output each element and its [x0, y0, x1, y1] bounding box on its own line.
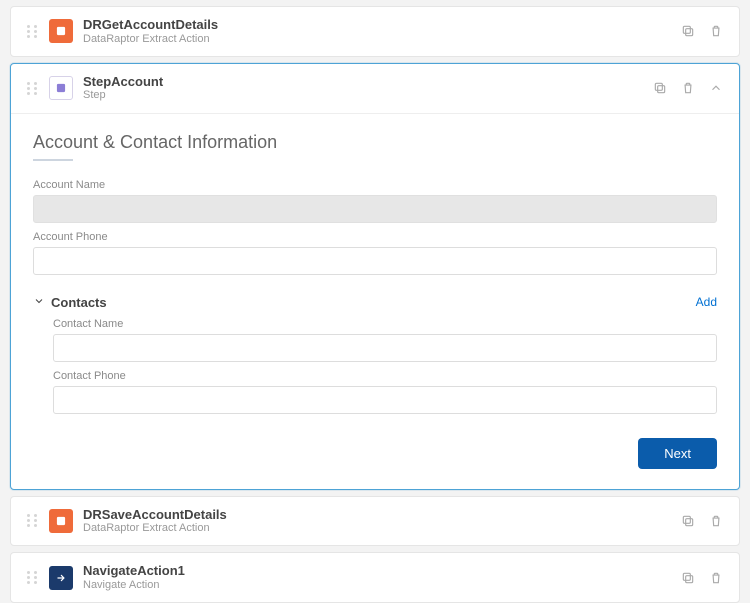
- copy-icon[interactable]: [679, 22, 697, 40]
- element-card-dr-save: DRSaveAccountDetails DataRaptor Extract …: [10, 496, 740, 547]
- account-name-input[interactable]: [33, 195, 717, 223]
- chevron-up-icon[interactable]: [707, 79, 725, 97]
- element-subtitle: Navigate Action: [83, 579, 669, 592]
- element-subtitle: DataRaptor Extract Action: [83, 33, 669, 46]
- element-title: DRGetAccountDetails: [83, 17, 669, 33]
- element-card-step-account: StepAccount Step Account & Contact Infor…: [10, 63, 740, 490]
- element-title-block: DRSaveAccountDetails DataRaptor Extract …: [83, 507, 669, 536]
- delete-icon[interactable]: [707, 22, 725, 40]
- element-header: StepAccount Step: [11, 64, 739, 113]
- step-body: Account & Contact Information Account Na…: [11, 113, 739, 489]
- drag-handle-icon[interactable]: [25, 512, 39, 530]
- element-title: StepAccount: [83, 74, 641, 90]
- element-title: NavigateAction1: [83, 563, 669, 579]
- element-title: DRSaveAccountDetails: [83, 507, 669, 523]
- element-card-dr-get: DRGetAccountDetails DataRaptor Extract A…: [10, 6, 740, 57]
- copy-icon[interactable]: [679, 569, 697, 587]
- copy-icon[interactable]: [651, 79, 669, 97]
- add-contact-link[interactable]: Add: [696, 295, 717, 309]
- drag-handle-icon[interactable]: [25, 22, 39, 40]
- header-actions: [679, 512, 725, 530]
- element-subtitle: Step: [83, 89, 641, 102]
- element-header: NavigateAction1 Navigate Action: [11, 553, 739, 602]
- header-actions: [679, 22, 725, 40]
- account-name-label: Account Name: [33, 179, 717, 191]
- section-heading: Account & Contact Information: [33, 132, 717, 153]
- contacts-block-label: Contacts: [51, 295, 107, 310]
- delete-icon[interactable]: [707, 512, 725, 530]
- contacts-block-content: Contact Name Contact Phone: [33, 318, 717, 414]
- element-title-block: DRGetAccountDetails DataRaptor Extract A…: [83, 17, 669, 46]
- next-row: Next: [33, 438, 717, 469]
- element-card-navigate: NavigateAction1 Navigate Action: [10, 552, 740, 603]
- navigate-action-icon: [49, 566, 73, 590]
- delete-icon[interactable]: [679, 79, 697, 97]
- drag-handle-icon[interactable]: [25, 79, 39, 97]
- contact-name-input[interactable]: [53, 334, 717, 362]
- element-title-block: StepAccount Step: [83, 74, 641, 103]
- header-actions: [651, 79, 725, 97]
- next-button[interactable]: Next: [638, 438, 717, 469]
- chevron-down-icon: [33, 295, 45, 310]
- header-actions: [679, 569, 725, 587]
- heading-divider: [33, 159, 73, 161]
- dataraptor-extract-icon: [49, 19, 73, 43]
- contact-name-label: Contact Name: [53, 318, 717, 330]
- element-header: DRGetAccountDetails DataRaptor Extract A…: [11, 7, 739, 56]
- copy-icon[interactable]: [679, 512, 697, 530]
- drag-handle-icon[interactable]: [25, 569, 39, 587]
- contact-phone-input[interactable]: [53, 386, 717, 414]
- delete-icon[interactable]: [707, 569, 725, 587]
- contacts-block-header: Contacts Add: [33, 295, 717, 310]
- account-phone-label: Account Phone: [33, 231, 717, 243]
- contacts-toggle[interactable]: Contacts: [33, 295, 107, 310]
- element-header: DRSaveAccountDetails DataRaptor Extract …: [11, 497, 739, 546]
- step-icon: [49, 76, 73, 100]
- contact-phone-label: Contact Phone: [53, 370, 717, 382]
- element-subtitle: DataRaptor Extract Action: [83, 522, 669, 535]
- dataraptor-extract-icon: [49, 509, 73, 533]
- account-phone-input[interactable]: [33, 247, 717, 275]
